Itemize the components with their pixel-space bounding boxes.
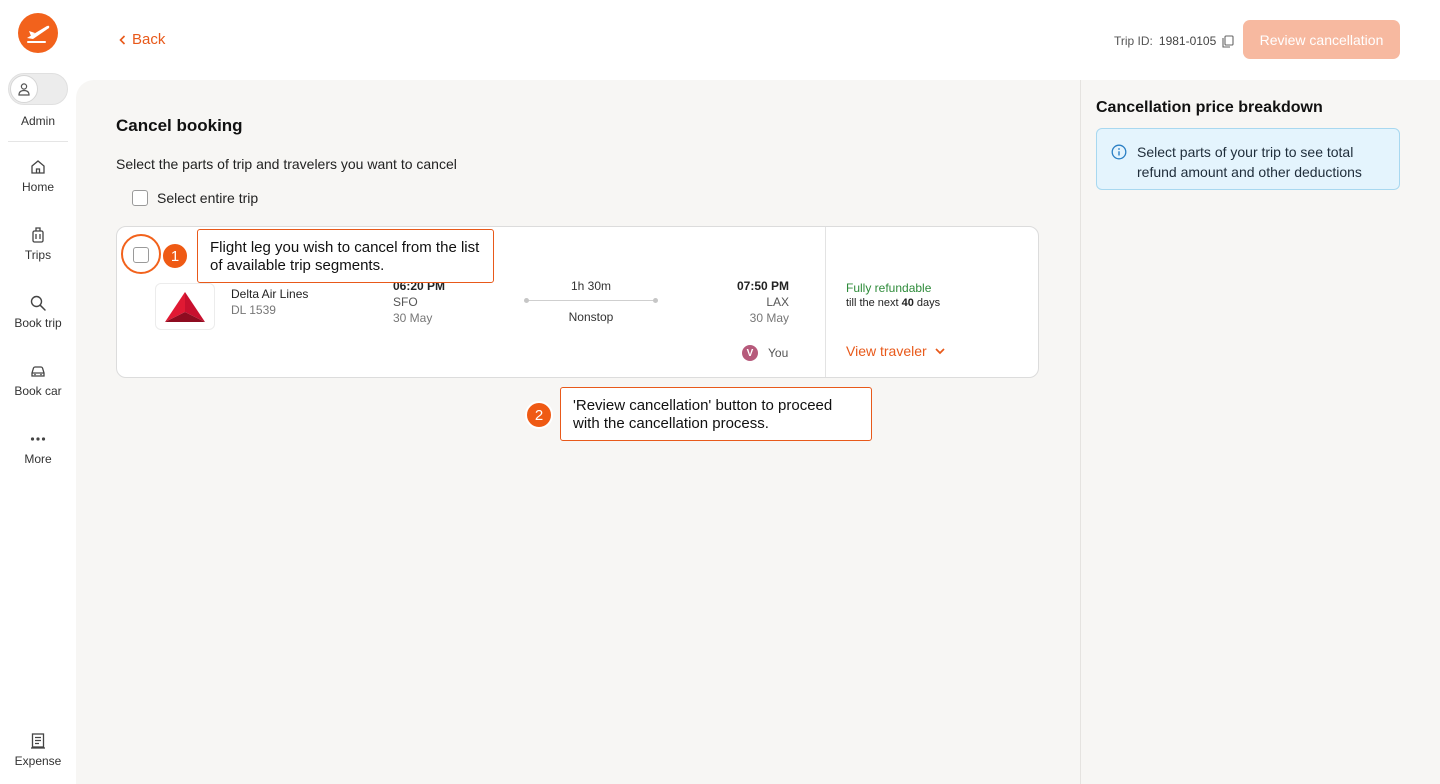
search-icon — [30, 295, 46, 311]
departure-airport: SFO — [393, 295, 418, 309]
user-avatar — [10, 75, 38, 103]
arrival-date: 30 May — [749, 311, 789, 325]
traveler-name: You — [768, 346, 789, 360]
chevron-left-icon — [119, 34, 126, 45]
airplane-logo-icon — [27, 25, 50, 43]
checkbox-highlight-ring — [121, 234, 161, 274]
sidebar-item-home[interactable]: Home — [0, 158, 76, 194]
route-end-dot — [653, 298, 658, 303]
view-traveler-label: View traveler — [846, 343, 927, 359]
info-icon — [1111, 144, 1127, 160]
arrival-time: 07:50 PM — [736, 279, 789, 293]
info-text: Select parts of your trip to see total r… — [1137, 144, 1362, 180]
sidebar-item-label: Trips — [24, 248, 52, 262]
select-entire-trip-checkbox[interactable] — [132, 190, 148, 206]
trip-id: Trip ID: 1981-0105 — [1114, 34, 1234, 48]
traveler-avatar: V — [742, 345, 758, 361]
refund-window: till the next 40 days — [846, 297, 940, 309]
refund-days: 40 — [901, 297, 914, 309]
page-subtitle: Select the parts of trip and travelers y… — [116, 156, 457, 172]
select-entire-trip-label: Select entire trip — [157, 190, 259, 206]
flight-duration: 1h 30m — [570, 279, 612, 293]
refund-status: Fully refundable — [846, 281, 932, 295]
airline-logo — [155, 283, 215, 330]
back-link[interactable]: Back — [119, 31, 165, 48]
annotation-callout-2: 'Review cancellation' button to proceed … — [560, 387, 872, 441]
sidebar-item-book-car[interactable]: Book car — [0, 362, 76, 398]
sidebar-item-label: Book car — [14, 384, 62, 398]
car-icon — [31, 366, 45, 377]
user-icon — [18, 83, 30, 96]
route-line — [526, 300, 656, 301]
receipt-icon — [31, 733, 45, 749]
luggage-icon — [32, 227, 44, 243]
view-traveler-toggle[interactable]: View traveler — [846, 343, 945, 359]
arrival-airport: LAX — [766, 295, 789, 309]
delta-logo-icon — [165, 291, 205, 322]
home-icon — [31, 160, 45, 174]
sidebar-item-book-trip[interactable]: Book trip — [0, 294, 76, 330]
flight-stops: Nonstop — [568, 310, 614, 324]
refund-suffix: days — [916, 297, 941, 309]
departure-date: 30 May — [393, 311, 433, 325]
flight-number: DL 1539 — [231, 303, 276, 317]
review-cancellation-button[interactable]: Review cancellation — [1243, 20, 1400, 59]
trip-id-value: 1981-0105 — [1158, 34, 1217, 48]
refund-prefix: till the next — [846, 297, 899, 309]
sidebar-item-label: Book trip — [14, 316, 62, 330]
sidebar-item-label: Home — [21, 180, 54, 194]
sidebar-item-trips[interactable]: Trips — [0, 226, 76, 262]
more-dots-icon — [30, 437, 46, 441]
airline-name: Delta Air Lines — [231, 287, 309, 301]
sidebar-item-more[interactable]: More — [0, 430, 76, 466]
route-start-dot — [524, 298, 529, 303]
select-entire-trip[interactable]: Select entire trip — [132, 190, 258, 206]
annotation-callout-1: Flight leg you wish to cancel from the l… — [197, 229, 494, 283]
role-label: Admin — [20, 114, 55, 128]
breakdown-title: Cancellation price breakdown — [1096, 99, 1323, 116]
annotation-badge-1: 1 — [161, 242, 189, 270]
sidebar-item-expense[interactable]: Expense — [0, 732, 76, 768]
sidebar-item-label: Expense — [14, 754, 62, 768]
traveler-chip: V You — [742, 345, 788, 361]
chevron-down-icon — [935, 347, 945, 354]
page-title: Cancel booking — [116, 116, 243, 135]
copy-icon[interactable] — [1222, 34, 1234, 48]
brand-logo[interactable] — [18, 13, 58, 53]
sidebar-divider — [8, 141, 68, 142]
sidebar-item-label: More — [24, 452, 52, 466]
trip-id-label: Trip ID: — [1114, 34, 1153, 48]
user-role-toggle[interactable] — [8, 73, 68, 105]
annotation-badge-2: 2 — [525, 401, 553, 429]
card-divider — [825, 227, 826, 377]
sidebar: Admin Home Trips Book trip Book car More… — [0, 0, 76, 784]
back-label: Back — [132, 31, 166, 48]
